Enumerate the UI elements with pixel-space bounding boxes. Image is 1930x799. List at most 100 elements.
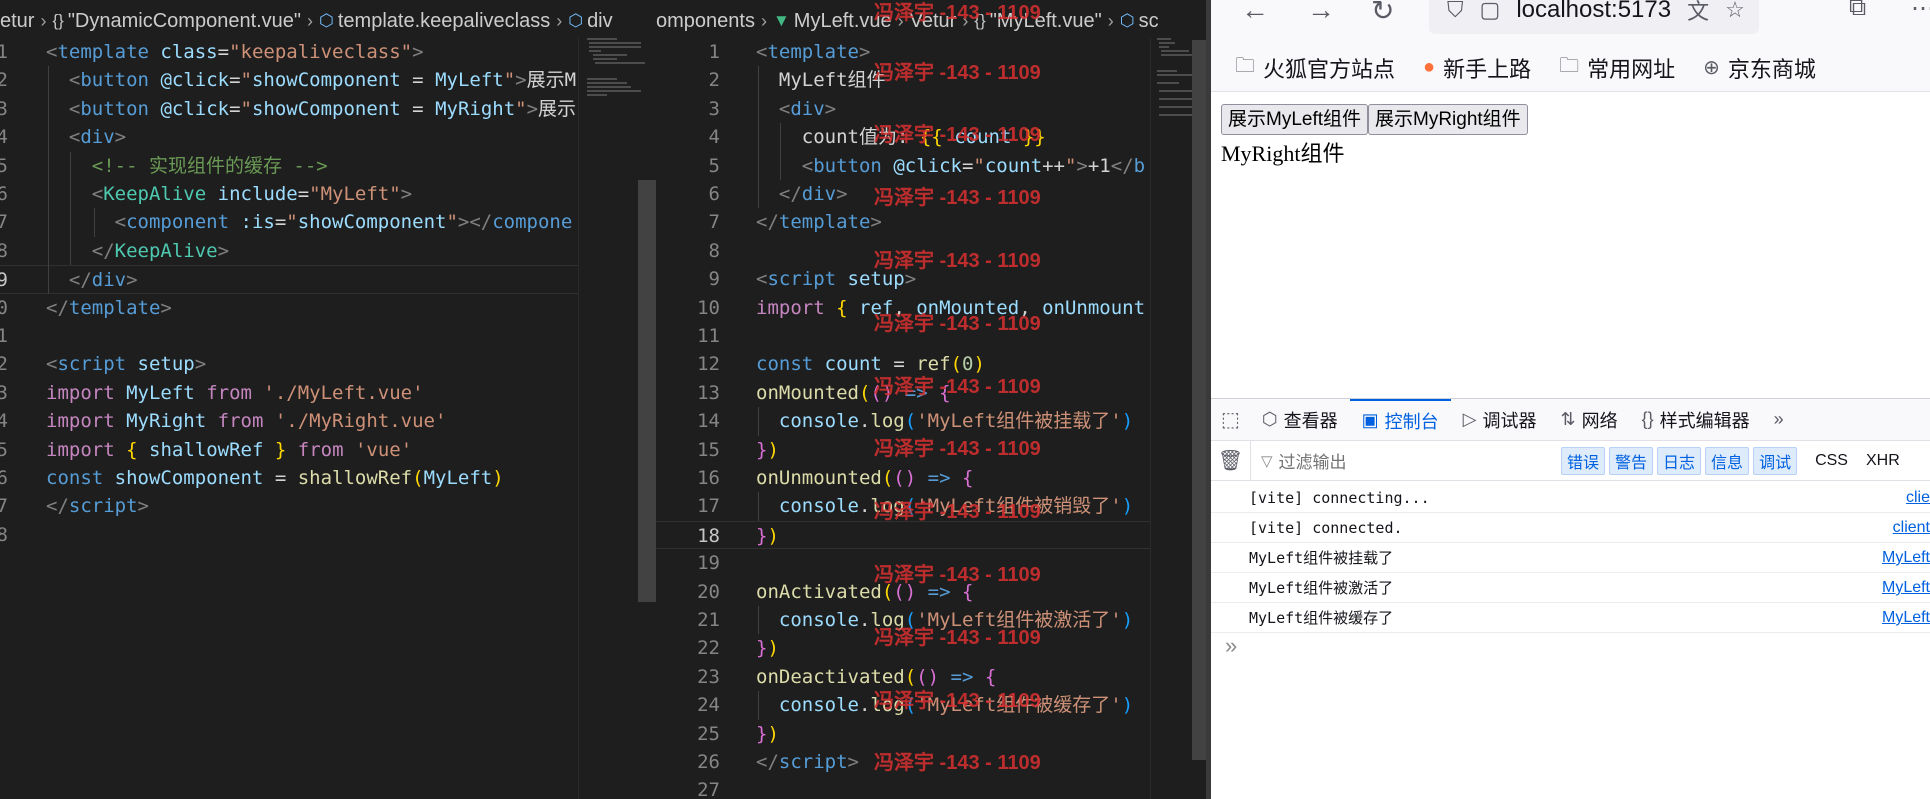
code-line[interactable]: 16 onUnmounted(() => { <box>656 464 1206 492</box>
filter-css[interactable]: CSS <box>1797 452 1848 470</box>
back-icon[interactable]: ← <box>1241 0 1269 26</box>
line-number: 5 <box>0 154 8 177</box>
minimap-line <box>587 82 627 84</box>
forward-icon[interactable]: → <box>1307 0 1335 26</box>
code-line[interactable]: 2 <script setup> <box>0 350 656 378</box>
bookmark-item[interactable]: 🗀 火狐官方站点 <box>1235 51 1395 85</box>
code-line[interactable]: 7 </script> <box>0 492 656 520</box>
message-source-link[interactable]: MyLeft <box>1882 543 1930 573</box>
code-line[interactable]: 5 import { shallowRef } from 'vue' <box>0 436 656 464</box>
code-line[interactable]: 3 import MyLeft from './MyLeft.vue' <box>0 379 656 407</box>
level-debug[interactable]: 调试 <box>1753 446 1798 475</box>
breadcrumb-item[interactable]: ⬡ div <box>568 10 612 33</box>
extensions-icon[interactable]: ⧉ <box>1849 0 1866 22</box>
show-myleft-button[interactable]: 展示MyLeft组件 <box>1221 104 1369 135</box>
indent-guide <box>758 691 759 720</box>
code-line[interactable]: 5 <button @click="count++">+1</b <box>656 152 1206 180</box>
line-number: 10 <box>697 296 720 319</box>
code-line[interactable]: 4 import MyRight from './MyRight.vue' <box>0 407 656 435</box>
firefox-icon: ● <box>1423 56 1436 78</box>
inspector-icon: ⬡ <box>1261 409 1278 429</box>
message-source-link[interactable]: MyLeft <box>1882 573 1930 603</box>
code-line[interactable]: 1 <box>0 322 656 350</box>
filter-input[interactable]: ▽ 过滤输出 <box>1251 448 1553 473</box>
tab-console[interactable]: ▣ 控制台 <box>1349 398 1451 441</box>
code-text: </div> <box>68 269 138 292</box>
bookmark-item[interactable]: 🗀 常用网址 <box>1559 51 1675 85</box>
code-line[interactable]: 6 <KeepAlive include="MyLeft"> <box>0 180 656 208</box>
tab-debugger[interactable]: ▷ 调试器 <box>1451 399 1549 441</box>
page-icon: ▢ <box>1479 0 1501 22</box>
translate-icon[interactable]: 文 <box>1687 0 1709 26</box>
code-line[interactable]: 7 </template> <box>656 208 1206 236</box>
more-tabs-button[interactable]: » <box>1762 399 1796 441</box>
tab-style-editor[interactable]: {} 样式编辑器 <box>1630 399 1762 441</box>
code-line[interactable]: 18}) <box>656 520 1206 550</box>
watermark-text: 冯泽宇 -143 - 1109 <box>874 124 1041 146</box>
code-line[interactable]: 1 <template class="keepaliveclass"> <box>0 38 656 66</box>
bookmark-item[interactable]: ⊕ 京东商城 <box>1703 52 1816 84</box>
code-area[interactable]: 1 <template class="keepaliveclass"> 2 <but… <box>0 38 656 799</box>
tab-label: 样式编辑器 <box>1659 410 1750 431</box>
tab-inspector[interactable]: ⬡ 查看器 <box>1250 399 1350 441</box>
reload-icon[interactable]: ↻ <box>1371 0 1394 27</box>
editor-pane-myleft[interactable]: omponents › ▼ MyLeft.vue › Vetur › {} "MyL… <box>656 0 1206 799</box>
line-number: 7 <box>708 211 720 234</box>
code-line[interactable]: 6 const showComponent = shallowRef(MyLeft… <box>0 464 656 492</box>
tab-label: 调试器 <box>1482 410 1537 431</box>
bookmark-label: 常用网址 <box>1587 56 1676 82</box>
show-myright-button[interactable]: 展示MyRight组件 <box>1368 104 1528 135</box>
level-errors[interactable]: 错误 <box>1561 446 1606 475</box>
message-source-link[interactable]: client <box>1893 513 1930 543</box>
level-info[interactable]: 信息 <box>1705 446 1750 475</box>
message-source-link[interactable]: MyLeft <box>1882 603 1930 633</box>
breadcrumb-item[interactable]: {} "DynamicComponent.vue" <box>52 10 301 33</box>
address-bar[interactable]: ⛉ ▢ localhost:5173 文 ☆ <box>1429 0 1759 34</box>
breadcrumb-item[interactable]: ⬡ template.keepaliveclass <box>319 10 550 33</box>
code-text: import MyLeft from './MyLeft.vue' <box>46 381 424 404</box>
trash-icon[interactable]: 🗑 <box>1211 440 1251 481</box>
console-input-prompt[interactable]: » <box>1225 633 1237 659</box>
code-line[interactable]: 8 <box>0 521 656 549</box>
code-line[interactable]: 5 <!-- 实现组件的缓存 --> <box>0 152 656 180</box>
element-picker-icon[interactable]: ⬚ <box>1211 407 1250 432</box>
code-line[interactable]: 25}) <box>656 720 1206 748</box>
code-line[interactable]: 27 <box>656 776 1206 799</box>
console-icon: ▣ <box>1361 410 1379 430</box>
level-warnings[interactable]: 警告 <box>1609 446 1654 475</box>
menu-icon[interactable]: ⋯ <box>1911 0 1930 23</box>
line-number: 5 <box>708 154 720 177</box>
line-number: 24 <box>697 694 720 717</box>
tab-network[interactable]: ⇅ 网络 <box>1548 399 1629 441</box>
breadcrumb-item[interactable]: ⬡ sc <box>1120 10 1159 33</box>
message-source-link[interactable]: clie <box>1906 483 1930 513</box>
line-number: 25 <box>697 722 720 745</box>
line-number: 3 <box>708 97 720 120</box>
filter-xhr[interactable]: XHR <box>1848 452 1900 470</box>
scrollbar-thumb[interactable] <box>1192 40 1206 760</box>
star-icon[interactable]: ☆ <box>1725 0 1745 23</box>
line-number: 12 <box>697 353 720 376</box>
code-text: }) <box>756 722 779 745</box>
minimap-line <box>1161 50 1189 52</box>
page-viewport: 展示MyLeft组件 展示MyRight组件 MyRight组件 <box>1211 92 1930 398</box>
watermark-text: 冯泽宇 -143 - 1109 <box>874 438 1041 460</box>
breadcrumb-item[interactable]: etur <box>0 10 34 33</box>
code-line[interactable]: 9 </div> <box>0 265 656 294</box>
cube-icon: ⬡ <box>1119 11 1135 30</box>
watermark-text: 冯泽宇 -143 - 1109 <box>874 62 1041 84</box>
level-logs[interactable]: 日志 <box>1657 446 1702 475</box>
code-line[interactable]: 0 </template> <box>0 294 656 322</box>
line-number: 23 <box>697 665 720 688</box>
message-text: [vite] connecting... <box>1249 489 1430 507</box>
code-line[interactable]: 7 <component :is="showComponent"></compo… <box>0 208 656 236</box>
breadcrumb-item[interactable]: omponents <box>656 10 755 33</box>
editor-pane-dynamic-component[interactable]: etur › {} "DynamicComponent.vue" › ⬡ templ… <box>0 0 656 799</box>
code-line[interactable]: 8 </KeepAlive> <box>0 237 656 265</box>
code-text: <div> <box>68 126 127 149</box>
code-line[interactable]: 3 <button @click="showComponent = MyRigh… <box>0 95 656 123</box>
code-line[interactable]: 2 <button @click="showComponent = MyLeft… <box>0 66 656 94</box>
scrollbar-thumb[interactable] <box>638 180 656 602</box>
code-line[interactable]: 4 <div> <box>0 123 656 151</box>
bookmark-item[interactable]: ● 新手上路 <box>1423 52 1531 84</box>
